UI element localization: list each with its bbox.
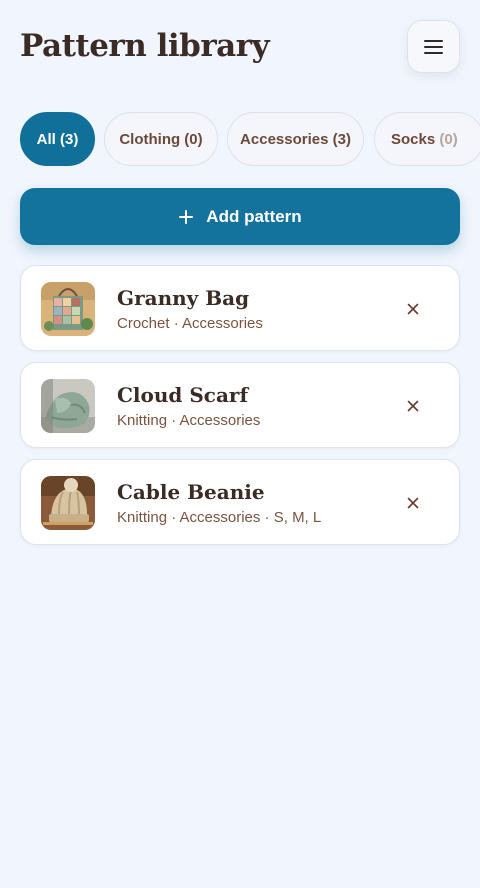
- pattern-meta: Knitting · Accessories · S, M, L: [117, 509, 322, 526]
- tab-label: Accessories (3): [240, 130, 351, 148]
- pattern-meta: Crochet · Accessories: [117, 315, 263, 332]
- granny-bag-photo: [41, 282, 95, 336]
- cable-beanie-photo: [41, 476, 95, 530]
- tab-socks[interactable]: Socks (0): [374, 112, 480, 166]
- delete-pattern-button[interactable]: [403, 299, 423, 319]
- delete-pattern-button[interactable]: [403, 493, 423, 513]
- pattern-title: Cable Beanie: [117, 480, 265, 504]
- tab-clothing[interactable]: Clothing (0): [104, 112, 218, 166]
- close-icon: [407, 303, 419, 315]
- category-tabs: All (3) Clothing (0) Accessories (3) Soc…: [20, 112, 480, 166]
- page-title: Pattern library: [20, 28, 270, 64]
- tab-count: (0): [439, 130, 458, 148]
- tab-all[interactable]: All (3): [20, 112, 95, 166]
- tab-label: Socks: [391, 130, 436, 148]
- add-pattern-label: Add pattern: [206, 206, 302, 226]
- header: Pattern library: [20, 20, 460, 74]
- cloud-scarf-photo: [41, 379, 95, 433]
- app-root: Pattern library All (3) Clothing (0) Acc…: [0, 0, 480, 888]
- pattern-title: Cloud Scarf: [117, 383, 249, 407]
- pattern-card[interactable]: Granny Bag Crochet · Accessories: [20, 265, 460, 351]
- add-pattern-button[interactable]: Add pattern: [20, 188, 460, 245]
- close-icon: [407, 400, 419, 412]
- close-icon: [407, 497, 419, 509]
- menu-button[interactable]: [407, 20, 460, 73]
- plus-icon: [178, 209, 194, 225]
- hamburger-menu-icon: [423, 39, 443, 54]
- pattern-meta: Knitting · Accessories: [117, 412, 261, 429]
- pattern-card[interactable]: Cloud Scarf Knitting · Accessories: [20, 362, 460, 448]
- tab-label: All (3): [36, 130, 79, 148]
- delete-pattern-button[interactable]: [403, 396, 423, 416]
- pattern-title: Granny Bag: [117, 286, 250, 310]
- pattern-card[interactable]: Cable Beanie Knitting · Accessories · S,…: [20, 459, 460, 545]
- tab-accessories[interactable]: Accessories (3): [227, 112, 364, 166]
- tab-label: Clothing (0): [119, 130, 203, 148]
